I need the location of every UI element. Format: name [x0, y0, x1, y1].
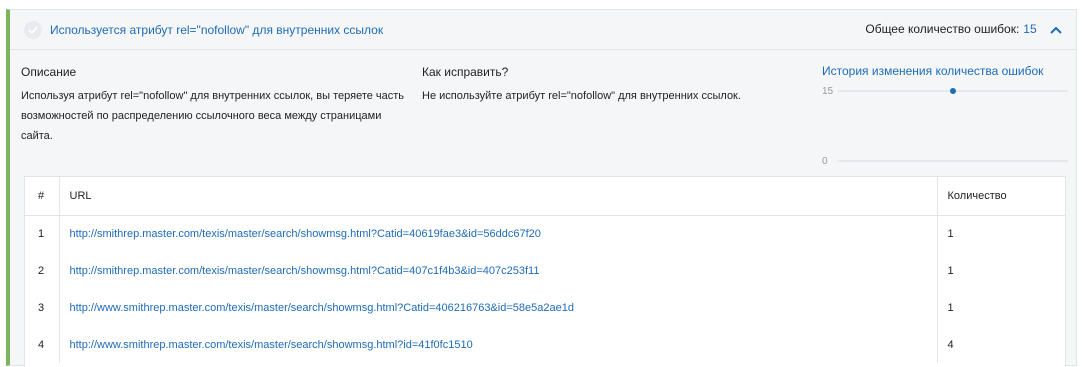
table-row: 1 http://smithrep.master.com/texis/maste…: [25, 215, 1065, 252]
row-num: 4: [25, 326, 60, 363]
total-errors-label: Общее количество ошибок:: [865, 22, 1020, 36]
chevron-up-icon[interactable]: [1050, 23, 1062, 37]
row-num: 3: [25, 289, 60, 326]
issue-panel: Используется атрибут rel="nofollow" для …: [6, 9, 1077, 367]
description-text: Используя атрибут rel="nofollow" для вну…: [21, 90, 405, 142]
row-count: 1: [936, 289, 1065, 326]
fix-text: Не используйте атрибут rel="nofollow" дл…: [422, 90, 741, 102]
check-icon[interactable]: [24, 21, 42, 39]
history-link[interactable]: История изменения количества ошибок: [822, 64, 1043, 78]
total-errors-count: 15: [1023, 22, 1037, 36]
col-header-num: #: [25, 177, 60, 216]
row-url: http://www.smithrep.master.com/texis/mas…: [59, 326, 937, 363]
url-link[interactable]: http://www.smithrep.master.com/texis/mas…: [70, 339, 473, 351]
history-chart: 15 0: [822, 86, 1068, 167]
row-count: 4: [936, 326, 1065, 363]
y-tick-bottom: 0: [822, 156, 828, 167]
table-row: 4 http://www.smithrep.master.com/texis/m…: [25, 326, 1065, 363]
fix-heading: Как исправить?: [422, 65, 509, 79]
col-header-count: Количество: [936, 177, 1065, 216]
row-url: http://smithrep.master.com/texis/master/…: [59, 215, 937, 252]
row-num: 2: [25, 252, 60, 289]
row-num: 1: [25, 215, 60, 252]
total-errors: Общее количество ошибок: 15: [865, 22, 1062, 37]
col-header-url: URL: [59, 177, 937, 216]
errors-table: # URL Количество 1 http://smithrep.maste…: [24, 176, 1066, 367]
table-row: 3 http://www.smithrep.master.com/texis/m…: [25, 289, 1065, 326]
issue-title: Используется атрибут rel="nofollow" для …: [50, 23, 384, 37]
y-tick-top: 15: [822, 86, 834, 97]
url-link[interactable]: http://smithrep.master.com/texis/master/…: [70, 228, 541, 240]
url-link[interactable]: http://smithrep.master.com/texis/master/…: [70, 265, 540, 277]
table-row: 2 http://smithrep.master.com/texis/maste…: [25, 252, 1065, 289]
chart-point[interactable]: [950, 88, 956, 94]
url-link[interactable]: http://www.smithrep.master.com/texis/mas…: [70, 302, 574, 314]
row-count: 1: [936, 215, 1065, 252]
table-header-row: # URL Количество: [25, 177, 1065, 216]
row-count: 1: [936, 252, 1065, 289]
row-url: http://www.smithrep.master.com/texis/mas…: [59, 289, 937, 326]
description-heading: Описание: [21, 65, 77, 79]
issue-header[interactable]: Используется атрибут rel="nofollow" для …: [10, 10, 1076, 50]
row-url: http://smithrep.master.com/texis/master/…: [59, 252, 937, 289]
